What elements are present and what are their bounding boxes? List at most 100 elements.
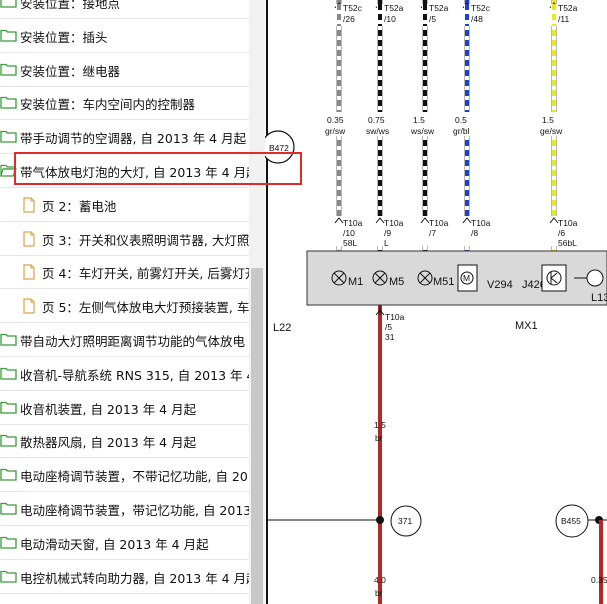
wire-size: 1.5 [413,115,425,125]
wire-top-pin: /5 [429,14,436,24]
wire-4: T52c/48 0.5gr/bl T10a/8 [449,0,494,251]
wire-size: 0.75 [368,115,385,125]
wire-bottom-connector: T10a [558,218,578,228]
wire-top-pin: /10 [384,14,396,24]
tree-separator [0,593,249,594]
wire-bottom-connector: T10a [384,218,404,228]
tree-folder-item[interactable]: 电动座椅调节装置，不带记忆功能, 自 20 [0,458,248,492]
m51-label: M51 [433,276,454,288]
wire-color: gr/sw [325,126,346,136]
wiring-diagram: B472 T52c/26 0.35 gr/sw T10a/10 58L T52a/10 0.… [265,0,607,604]
folder-icon [0,366,18,382]
folder-icon [0,332,18,348]
tree-folder-item[interactable]: 收音机-导航系统 RNS 315, 自 2013 年 4 [0,357,249,391]
tree-item-label: 带自动大灯照明距离调节功能的气体放电 [20,333,246,349]
tree-folder-item[interactable]: 散热器风扇, 自 2013 年 4 月起 [0,424,196,458]
tree-item-label: 页 2：蓄电池 [42,198,117,214]
wire-size: 1.5 [542,115,554,125]
tree-page-item[interactable]: 页 5：左侧气体放电大灯预接装置, 车 [22,289,249,323]
folder-icon [0,129,18,145]
page-icon [22,197,40,213]
wire-bottom-connector: T10a [429,218,449,228]
wire-bottom-connector: T10a [343,218,363,228]
wire-2: T52a/10 0.75sw/ws T10a/9L [362,0,407,251]
main-term-label: 31 [385,332,395,342]
tree-item-label: 安装位置：接地点 [20,0,121,11]
tree-folder-item[interactable]: 安装位置：接地点 [0,0,120,19]
folder-icon [0,535,18,551]
wire-size: 0.35 [327,115,344,125]
tree-item-label: 页 4：车灯开关, 前雾灯开关, 后雾灯开 [42,265,249,281]
wire-color: ge/sw [540,126,563,136]
wire-bottom-pin: /9 [384,228,391,238]
wire-color: sw/ws [366,126,389,136]
right-size-label: 0.35 [591,575,607,585]
tree-page-item[interactable]: 页 3：开关和仪表照明调节器, 大灯照 [22,222,249,256]
folder-icon [0,0,18,10]
mx1-label: MX1 [515,320,538,332]
wire-top-connector: T52a [429,3,449,13]
tree-folder-item[interactable]: 电动滑动天窗, 自 2013 年 4 月起 [0,526,209,560]
tree-folder-item[interactable]: 带自动大灯照明距离调节功能的气体放电 [0,323,245,357]
wire-size: 0.5 [455,115,467,125]
tree-item-label: 安装位置：车内空间内的控制器 [20,96,196,112]
wire-bottom-connector: T10a [471,218,491,228]
wire-3: T52a/5 1.5ws/sw T10a/7 [407,0,452,251]
main-color-label: br [375,433,383,443]
wire-top-connector: T52c [471,3,491,13]
main-size-label: 1.5 [374,420,386,430]
l13-label: L13 [591,292,607,304]
tree-item-label: 安装位置：继电器 [20,63,121,79]
wire-tag: L [384,238,389,248]
tree-page-item[interactable]: 页 2：蓄电池 [22,188,116,222]
m1-label: M1 [348,276,363,288]
wire-top-connector: T52a [384,3,404,13]
wire-top-pin: /26 [343,14,355,24]
tree-item-label: 电控机械式转向助力器, 自 2013 年 4 月起 [20,570,249,586]
wire-bottom-pin: /7 [429,228,436,238]
page-icon [22,298,40,314]
folder-icon [0,501,18,517]
wire-top-pin: /48 [471,14,483,24]
tree-item-label: 电动滑动天窗, 自 2013 年 4 月起 [20,536,209,552]
main-conn-label: T10a [385,312,405,322]
wire-color: gr/bl [453,126,470,136]
v294-label: V294 [487,279,513,291]
tree-item-label: 收音机-导航系统 RNS 315, 自 2013 年 4 [20,367,249,383]
tree-item-label: 电动座椅调节装置，不带记忆功能, 自 20 [20,468,248,484]
wire-color: ws/sw [410,126,435,136]
folder-icon [0,95,18,111]
wire-top-connector: T52c [343,3,363,13]
wire-1: T52c/26 0.35gr/sw T10a/1058L [321,0,366,251]
page-icon [22,231,40,247]
tree-folder-item[interactable]: 电动座椅调节装置，带记忆功能, 自 2013 [0,492,249,526]
wire-bottom-pin: /6 [558,228,565,238]
main-size2-label: 4.0 [374,575,386,585]
main-pin-label: /5 [385,322,392,332]
tree-item-label: 收音机装置, 自 2013 年 4 月起 [20,401,197,417]
node-371-label: 371 [398,516,412,526]
tree-item-label: 页 3：开关和仪表照明调节器, 大灯照 [42,232,249,248]
wire-top-pin: /11 [558,14,569,24]
m5-label: M5 [389,276,404,288]
svg-text:M: M [463,273,470,283]
folder-icon [0,400,18,416]
tree-item-label: 散热器风扇, 自 2013 年 4 月起 [20,434,197,450]
tree-folder-item[interactable]: 带手动调节的空调器, 自 2013 年 4 月起 [0,120,246,154]
wire-tag: 56bL [558,238,577,248]
tree-folder-item[interactable]: 安装位置：插头 [0,19,108,53]
tree-item-label: 带手动调节的空调器, 自 2013 年 4 月起 [20,130,247,146]
tree-item-label: 电动座椅调节装置，带记忆功能, 自 2013 [20,502,249,518]
tree-folder-item[interactable]: 安装位置：继电器 [0,53,120,87]
wire-bottom-pin: /10 [343,228,355,238]
tree-scrollbar-thumb[interactable] [251,268,263,604]
folder-tree: 安装位置：接地点安装位置：插头安装位置：继电器安装位置：车内空间内的控制器带手动… [0,0,249,604]
page-icon [22,264,40,280]
tree-folder-item[interactable]: 收音机装置, 自 2013 年 4 月起 [0,391,196,425]
tree-folder-item[interactable]: 安装位置：车内空间内的控制器 [0,86,195,120]
tree-folder-item[interactable]: 电控机械式转向助力器, 自 2013 年 4 月起 [0,560,249,594]
folder-icon [0,62,18,78]
tree-page-item[interactable]: 页 4：车灯开关, 前雾灯开关, 后雾灯开 [22,255,249,289]
wire-5: T52a/11 1.5ge/sw T10a/656bL [536,0,581,251]
node-b455-label: B455 [561,516,581,526]
